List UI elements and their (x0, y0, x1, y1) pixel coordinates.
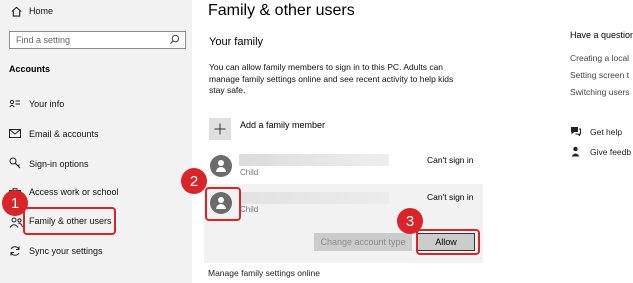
related-link[interactable]: Creating a local (570, 53, 629, 63)
sidebar: Home Find a setting Accounts Your info E… (0, 0, 192, 283)
description-line: stay safe. (209, 85, 246, 95)
callout-2: 2 (181, 168, 207, 194)
sidebar-item-label: Access work or school (29, 187, 119, 197)
family-member-row[interactable]: Child Can't sign in (204, 150, 490, 180)
description-line: You can allow family members to sign in … (209, 62, 444, 72)
manage-family-settings-link[interactable]: Manage family settings online (208, 268, 320, 278)
aside-title: Have a question (570, 30, 633, 40)
sidebar-item-label: Your info (29, 99, 65, 109)
change-account-type-button[interactable]: Change account type (314, 233, 412, 251)
chat-help-icon (570, 126, 581, 136)
search-placeholder: Find a setting (16, 35, 71, 45)
related-link[interactable]: Setting screen t (570, 70, 629, 80)
search-input[interactable]: Find a setting (9, 31, 186, 49)
people-icon (9, 216, 23, 228)
section-title: Your family (209, 36, 264, 48)
main-content: Family & other users Your family You can… (192, 0, 562, 283)
page-title: Family & other users (208, 2, 355, 19)
avatar (210, 155, 232, 177)
member-role: Child (240, 205, 259, 214)
member-status: Can't sign in (427, 155, 474, 165)
give-feedback-label: Give feedb (590, 147, 632, 157)
highlight-family-other-users (23, 207, 116, 235)
home-link[interactable]: Home (29, 6, 53, 16)
home-icon[interactable] (10, 5, 22, 17)
description: You can allow family members to sign in … (209, 62, 489, 97)
description-line: manage family settings online and see re… (209, 73, 454, 84)
related-panel: Have a question Creating a local Setting… (562, 0, 633, 283)
member-role: Child (240, 168, 259, 177)
highlight-member-avatar (205, 187, 241, 221)
callout-3: 3 (397, 208, 423, 234)
sidebar-item-label: Email & accounts (29, 129, 99, 139)
member-status: Can't sign in (427, 192, 474, 202)
feedback-icon (570, 146, 581, 157)
member-name-redacted (239, 192, 389, 204)
highlight-allow-button (416, 229, 480, 255)
add-icon (209, 118, 231, 140)
callout-1: 1 (2, 190, 28, 216)
sidebar-item-label: Sync your settings (29, 246, 103, 256)
mail-icon (9, 128, 21, 138)
add-family-member-label: Add a family member (240, 120, 326, 130)
related-link[interactable]: Switching users (570, 87, 630, 97)
sync-icon (9, 245, 21, 257)
key-icon (9, 157, 21, 169)
get-help-label: Get help (590, 127, 623, 137)
search-icon[interactable] (169, 34, 181, 46)
person-card-icon (9, 98, 21, 108)
section-title-accounts: Accounts (9, 64, 51, 74)
sidebar-item-label: Sign-in options (29, 159, 89, 169)
member-name-redacted (239, 154, 389, 166)
